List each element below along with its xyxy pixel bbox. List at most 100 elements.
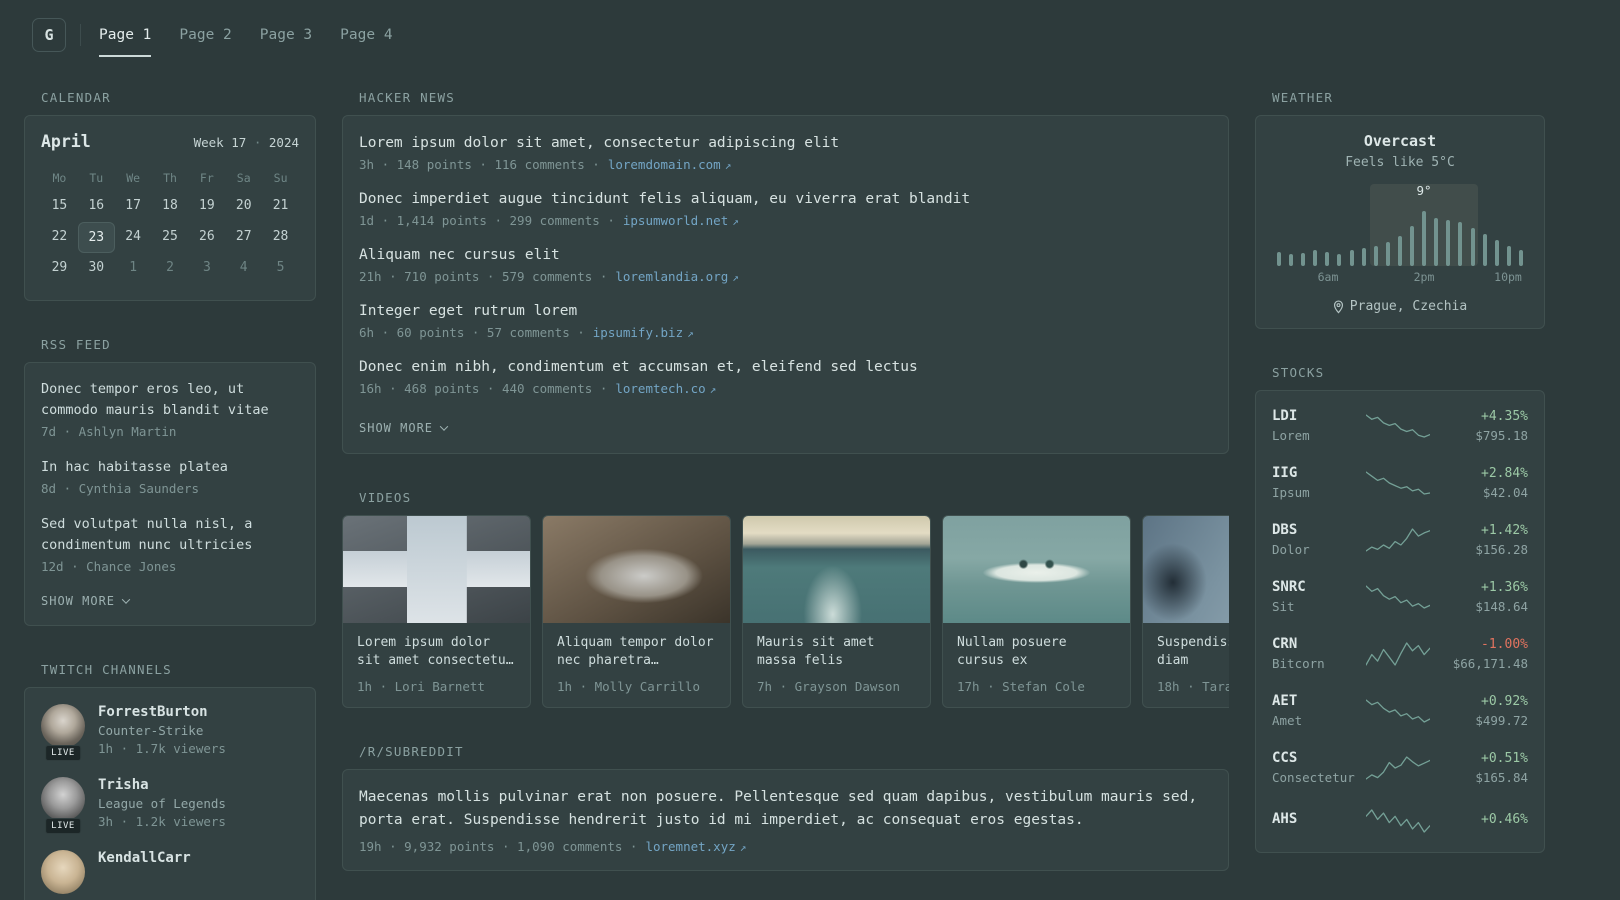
calendar-grid: Mo Tu We Th Fr Sa Su 15 16 17 18 19 20 21 22 23 24 25 26 27… — [41, 165, 299, 284]
app-logo[interactable]: G — [32, 18, 66, 52]
stock-row[interactable]: DBS Dolor +1.42% $156.28 — [1272, 511, 1528, 568]
hn-meta-text: 3h · 148 points · 116 comments · — [359, 157, 600, 172]
top-nav: G Page 1 Page 2 Page 3 Page 4 — [0, 0, 1620, 70]
rss-item-title[interactable]: Donec tempor eros leo, ut commodo mauris… — [41, 379, 299, 421]
rss-item-meta: 12d · Chance Jones — [41, 559, 177, 574]
rss-item-title[interactable]: Sed volutpat nulla nisl, a condimentum n… — [41, 514, 299, 556]
video-title: Suspendisse euismod diam — [1157, 635, 1229, 668]
hn-item-domain-link[interactable]: loremlandia.org ↗ — [615, 269, 739, 284]
calendar-day-header: Fr — [199, 171, 214, 185]
stock-row[interactable]: LDI Lorem +4.35% $795.18 — [1272, 397, 1528, 454]
twitch-channel-row[interactable]: LIVE ForrestBurton Counter-Strike 1h · 1… — [41, 704, 299, 761]
domain-label: ipsumify.biz — [592, 325, 684, 340]
subreddit-domain-link[interactable]: loremnet.xyz ↗ — [645, 839, 746, 854]
twitch-channel-name[interactable]: Trisha — [98, 777, 226, 793]
stock-name: Bitcorn — [1272, 656, 1325, 671]
external-link-icon: ↗ — [709, 383, 717, 396]
tab-page-4[interactable]: Page 4 — [340, 20, 392, 50]
twitch-channel-name[interactable]: KendallCarr — [98, 850, 191, 866]
rss-item-meta: 8d · Cynthia Saunders — [41, 481, 200, 496]
video-thumbnail — [743, 516, 930, 623]
stock-name: Consectetur — [1272, 770, 1355, 785]
video-card[interactable]: Mauris sit amet massa felis 7h · Grayson… — [742, 515, 931, 708]
tab-page-3[interactable]: Page 3 — [260, 20, 312, 50]
video-meta: 7h · Grayson Dawson — [757, 679, 900, 694]
video-thumbnail — [1143, 516, 1229, 623]
twitch-channel-row[interactable]: KendallCarr — [41, 850, 299, 894]
twitch-channel-game: League of Legends — [98, 796, 226, 811]
video-body: Mauris sit amet massa felis 7h · Grayson… — [743, 623, 930, 707]
stock-name: Ipsum — [1272, 485, 1310, 500]
tab-page-2[interactable]: Page 2 — [179, 20, 231, 50]
weather-location[interactable]: Prague, Czechia — [1270, 299, 1530, 314]
hn-item-title[interactable]: Donec imperdiet augue tincidunt felis al… — [359, 189, 1212, 210]
hn-item-domain-link[interactable]: ipsumify.biz ↗ — [593, 325, 694, 340]
weather-time-labels: 6am 2pm 10pm — [1274, 270, 1526, 286]
video-meta: 1h · Molly Carrillo — [557, 679, 700, 694]
hn-item-domain-link[interactable]: ipsumworld.net ↗ — [623, 213, 739, 228]
calendar-header: April Week 17 · 2024 — [41, 132, 299, 151]
temperature-bar — [1446, 220, 1451, 266]
twitch-channel-game: Counter-Strike — [98, 723, 204, 738]
hn-item-domain-link[interactable]: loremtech.co ↗ — [615, 381, 716, 396]
hn-item-meta: 6h · 60 points · 57 comments · ipsumify.b… — [359, 325, 1212, 340]
hn-item-title[interactable]: Aliquam nec cursus elit — [359, 245, 1212, 266]
video-thumbnail — [943, 516, 1130, 623]
calendar-date: 24 — [125, 229, 141, 244]
temperature-bar — [1337, 254, 1342, 266]
domain-label: loremlandia.org — [615, 269, 729, 284]
stock-sparkline — [1366, 583, 1436, 611]
right-column: WEATHER Overcast Feels like 5°C 9° 6am 2p… — [1255, 90, 1545, 889]
hn-meta-text: 16h · 468 points · 440 comments · — [359, 381, 608, 396]
stock-symbol: DBS — [1272, 522, 1298, 538]
tab-page-1[interactable]: Page 1 — [99, 20, 152, 57]
rss-widget-title: RSS FEED — [41, 337, 111, 352]
calendar-date: 25 — [162, 229, 178, 244]
stock-row[interactable]: CRN Bitcorn -1.00% $66,171.48 — [1272, 625, 1528, 682]
hn-item-title[interactable]: Donec enim nibh, condimentum et accumsan… — [359, 357, 1212, 378]
stock-row[interactable]: SNRC Sit +1.36% $148.64 — [1272, 568, 1528, 625]
rss-show-more-button[interactable]: SHOW MORE — [41, 594, 131, 608]
twitch-channel-name[interactable]: ForrestBurton — [98, 704, 226, 720]
video-card[interactable]: Aliquam tempor dolor nec pharetra… 1h · … — [542, 515, 731, 708]
hn-item-title[interactable]: Lorem ipsum dolor sit amet, consectetur … — [359, 133, 1212, 154]
stock-symbol: AHS — [1272, 811, 1298, 827]
hn-item-title[interactable]: Integer eget rutrum lorem — [359, 301, 1212, 322]
stock-row[interactable]: AHS +0.46% — [1272, 796, 1528, 846]
stock-row[interactable]: IIG Ipsum +2.84% $42.04 — [1272, 454, 1528, 511]
stock-symbol: IIG — [1272, 465, 1298, 481]
calendar-date: 26 — [199, 229, 215, 244]
stock-sparkline — [1366, 807, 1436, 835]
subreddit-post-text[interactable]: Maecenas mollis pulvinar erat non posuer… — [359, 786, 1212, 832]
video-card[interactable]: Suspendisse euismod diam 18h · Tara — [1142, 515, 1229, 708]
temperature-bar — [1506, 246, 1511, 266]
stock-row[interactable]: AET Amet +0.92% $499.72 — [1272, 682, 1528, 739]
video-title: Mauris sit amet massa felis — [757, 635, 875, 668]
twitch-channel-row[interactable]: LIVE Trisha League of Legends 3h · 1.2k … — [41, 777, 299, 834]
twitch-card: LIVE ForrestBurton Counter-Strike 1h · 1… — [24, 687, 316, 900]
hn-show-more-button[interactable]: SHOW MORE — [359, 421, 449, 435]
rss-item-title[interactable]: In hac habitasse platea — [41, 457, 299, 478]
weather-widget-title: WEATHER — [1272, 90, 1334, 105]
video-card[interactable]: Nullam posuere cursus ex 17h · Stefan Co… — [942, 515, 1131, 708]
tab-label: Page 3 — [259, 27, 313, 43]
stock-price: $66,171.48 — [1452, 655, 1528, 671]
hn-item-domain-link[interactable]: loremdomain.com ↗ — [608, 157, 732, 172]
video-card[interactable]: Lorem ipsum dolor sit amet consectetu… 1… — [342, 515, 531, 708]
stock-change: +0.92% — [1481, 693, 1528, 709]
temperature-bar — [1349, 250, 1354, 266]
hn-item: Donec imperdiet augue tincidunt felis al… — [359, 189, 1212, 228]
avatar — [41, 850, 85, 894]
calendar-date: 18 — [162, 198, 178, 213]
temperature-bar — [1325, 252, 1330, 266]
stock-row[interactable]: CCS Consectetur +0.51% $165.84 — [1272, 739, 1528, 796]
stock-symbol: SNRC — [1272, 579, 1306, 595]
calendar-widget-title: CALENDAR — [41, 90, 111, 105]
stock-price: $42.04 — [1482, 484, 1528, 500]
stock-values: +0.51% $165.84 — [1436, 751, 1528, 785]
hn-item-meta: 3h · 148 points · 116 comments · loremdom… — [359, 157, 1212, 172]
temperature-bar — [1397, 236, 1402, 266]
videos-row: Lorem ipsum dolor sit amet consectetu… 1… — [342, 515, 1229, 708]
video-meta: 18h · Tara — [1157, 679, 1229, 694]
hn-meta-text: 6h · 60 points · 57 comments · — [359, 325, 585, 340]
